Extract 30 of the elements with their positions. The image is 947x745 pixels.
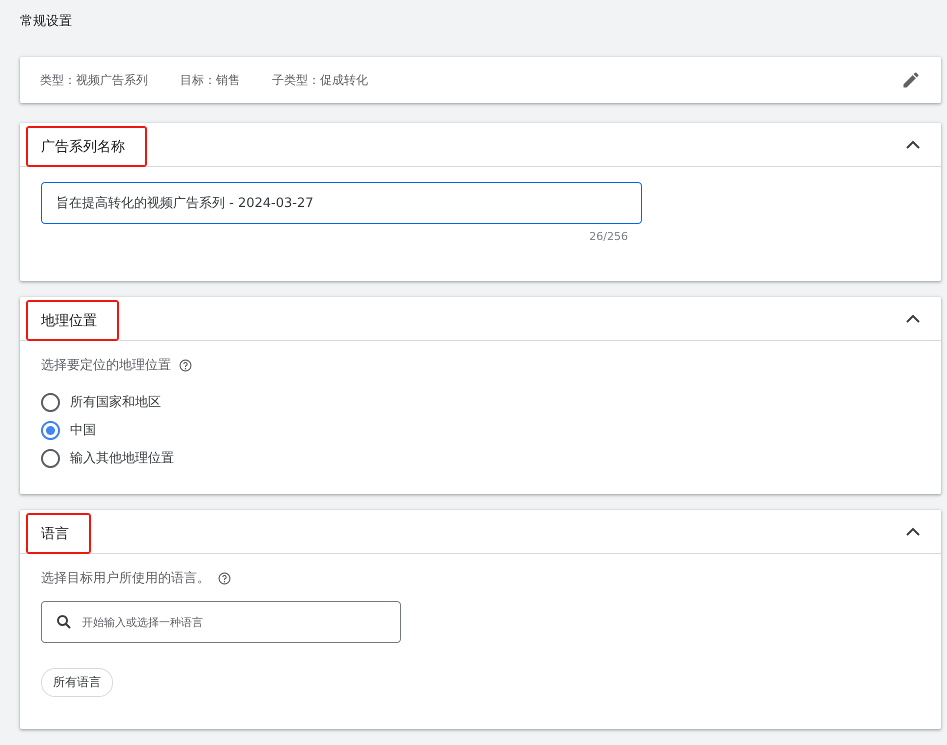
page-title: 常规设置 xyxy=(20,13,73,30)
summary-item: 类型：视频广告系列 xyxy=(40,72,148,88)
search-icon xyxy=(55,613,73,631)
collapse-button[interactable] xyxy=(905,314,921,324)
radio-button[interactable] xyxy=(41,448,60,468)
section-heading: 语言 xyxy=(26,513,91,554)
chevron-icon xyxy=(905,314,921,324)
section-heading: 地理位置 xyxy=(26,300,119,341)
help-icon[interactable] xyxy=(179,358,192,372)
radio-label: 输入其他地理位置 xyxy=(70,450,174,467)
summary-item: 目标：销售 xyxy=(180,72,240,88)
language-prompt: 选择目标用户所使用的语言。 xyxy=(41,570,210,587)
radio-button[interactable] xyxy=(41,392,60,412)
help-icon[interactable] xyxy=(218,572,231,584)
character-counter: 26/256 xyxy=(588,229,629,243)
collapse-button[interactable] xyxy=(905,526,921,536)
summary-item: 子类型：促成转化 xyxy=(272,72,368,88)
radio-label: 中国 xyxy=(70,422,96,439)
chevron-icon xyxy=(905,526,921,536)
radio-label: 所有国家和地区 xyxy=(70,394,161,411)
pencil-icon xyxy=(901,70,921,90)
radio-button[interactable] xyxy=(41,420,60,440)
collapse-button[interactable] xyxy=(905,140,921,150)
language-chip[interactable]: 所有语言 xyxy=(41,668,113,697)
campaign-name-field[interactable]: 旨在提高转化的视频广告系列 - 2024-03-27 xyxy=(41,182,642,224)
language-search-field[interactable]: 开始输入或选择一种语言 xyxy=(41,601,401,643)
edit-button[interactable] xyxy=(901,70,921,90)
chevron-icon xyxy=(905,140,921,150)
location-prompt: 选择要定位的地理位置 xyxy=(41,357,171,374)
section-heading: 广告系列名称 xyxy=(26,126,147,167)
